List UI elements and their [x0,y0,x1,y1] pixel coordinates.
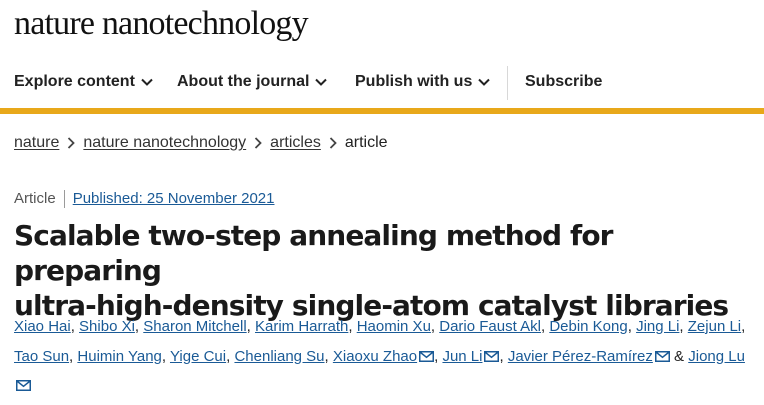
nav-explore-label: Explore content [14,73,135,90]
breadcrumb-nature-nanotechnology[interactable]: nature nanotechnology [83,134,246,151]
author-separator: , [161,347,167,365]
author-link[interactable]: Shibo Xi [79,318,135,335]
chevron-down-icon [315,78,328,86]
author-list: Xiao Hai, Shibo Xi, Sharon Mitchell, Kar… [14,312,758,401]
author-link[interactable]: Jun Li [442,348,482,365]
author-separator: , [226,347,231,365]
chevron-right-icon [67,137,76,149]
author-conjunction: & [674,347,685,365]
nav-publish-label: Publish with us [355,73,473,90]
author-separator: , [348,318,353,335]
author-link[interactable]: Javier Pérez-Ramírez [508,348,653,365]
breadcrumb-nature[interactable]: nature [14,134,59,151]
title-line-1: Scalable two-step annealing method for p… [14,219,613,287]
nav-about-journal[interactable]: About the journal [177,62,328,102]
mail-icon[interactable] [484,350,500,362]
breadcrumb-articles[interactable]: articles [270,134,321,151]
author-link[interactable]: Debin Kong [549,318,627,335]
nav-subscribe[interactable]: Subscribe [525,62,602,102]
main-nav: Explore content About the journal Publis… [0,62,764,102]
author-link[interactable]: Yige Cui [170,348,226,365]
author-link[interactable]: Jing Li [636,318,679,335]
journal-logo[interactable]: nature nanotechnology [14,5,309,43]
chevron-down-icon [478,78,491,86]
author-link[interactable]: Xiao Hai [14,318,71,335]
author-link[interactable]: Zejun Li [688,318,741,335]
nav-divider [507,66,508,100]
breadcrumb: nature nature nanotechnology articles artic… [14,134,388,156]
nav-publish-with-us[interactable]: Publish with us [355,62,491,102]
mail-icon[interactable] [654,350,670,362]
author-separator: , [246,318,251,335]
author-link[interactable]: Tao Sun [14,348,69,365]
chevron-right-icon [254,137,262,149]
article-title: Scalable two-step annealing method for p… [14,218,754,323]
site-header: nature nanotechnology Explore content Ab… [0,0,764,114]
article-meta: Article Published: 25 November 2021 [14,190,275,209]
breadcrumb-current: article [344,134,388,151]
author-link[interactable]: Dario Faust Akl [439,318,541,335]
published-date-link[interactable]: Published: 25 November 2021 [73,190,275,207]
author-link[interactable]: Jiong Lu [688,348,745,365]
author-link[interactable]: Xiaoxu Zhao [333,348,417,365]
nav-explore-content[interactable]: Explore content [14,62,153,102]
author-link[interactable]: Karim Harrath [255,318,348,335]
author-separator: , [69,347,74,365]
author-separator: , [679,318,684,335]
author-link[interactable]: Huimin Yang [77,348,162,365]
nav-about-label: About the journal [177,73,310,90]
author-link[interactable]: Sharon Mitchell [143,318,246,335]
author-separator: , [134,318,140,335]
author-separator: , [499,347,504,365]
mail-icon[interactable] [419,350,435,362]
author-separator: , [741,318,746,335]
meta-divider [63,190,65,209]
author-link[interactable]: Haomin Xu [357,318,431,335]
author-separator: , [540,318,546,335]
author-separator: , [430,318,436,335]
author-link[interactable]: Chenliang Su [234,348,324,365]
mail-icon[interactable] [16,380,31,391]
header-accent-bar [0,108,764,114]
article-type: Article [14,190,56,207]
chevron-down-icon [141,78,153,86]
chevron-right-icon [329,137,337,149]
nav-subscribe-label: Subscribe [525,73,603,90]
author-separator: , [627,318,632,335]
author-separator: , [70,318,75,335]
author-separator: , [324,347,329,365]
author-separator: , [434,347,439,365]
